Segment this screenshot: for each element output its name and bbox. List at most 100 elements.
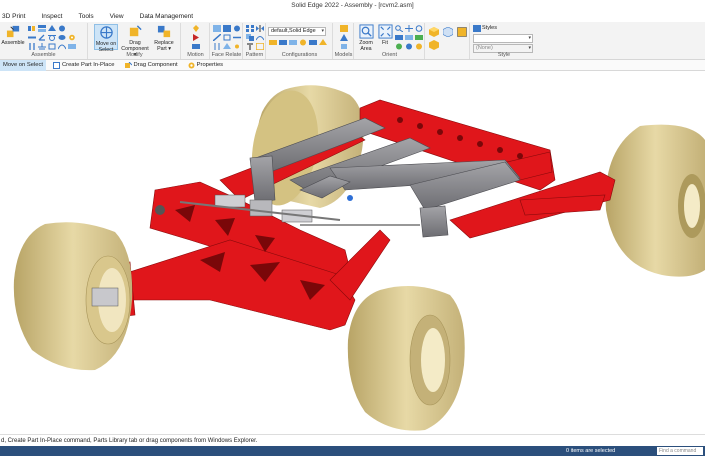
display-config-icon-4[interactable]	[299, 39, 307, 46]
parallel-icon[interactable]	[28, 43, 36, 50]
group-label-modify: Modify	[126, 52, 143, 58]
planar-align-icon[interactable]	[48, 25, 56, 32]
styles-icon	[473, 25, 481, 32]
styles-label: Styles	[482, 25, 497, 31]
face-relate-icon-9[interactable]	[233, 43, 241, 50]
group-motion: Motion	[182, 23, 210, 59]
center-plane-icon[interactable]	[48, 43, 56, 50]
face-relate-icon-5[interactable]	[223, 34, 231, 41]
face-relate-icon-1[interactable]	[213, 25, 221, 32]
angle-icon[interactable]	[38, 34, 46, 41]
ground-icon[interactable]	[38, 43, 46, 50]
properties-command[interactable]: Properties	[185, 60, 226, 71]
drag-component-command[interactable]: Drag Component	[122, 60, 181, 71]
model-icon-3[interactable]	[340, 43, 348, 50]
face-relate-icon-4[interactable]	[213, 34, 221, 41]
assembly-model[interactable]	[0, 72, 705, 434]
assemble-button[interactable]: Assemble	[1, 24, 25, 46]
face-relate-icon-6[interactable]	[233, 34, 241, 41]
tab-tools[interactable]: Tools	[76, 11, 93, 22]
status-bar: 0 items are selected Find a command	[0, 446, 705, 456]
group-orient: Zoom Area Fit Orient	[355, 23, 425, 59]
configuration-select[interactable]: default,Solid Edge ▾	[268, 27, 326, 36]
display-config-icon-2[interactable]	[279, 39, 287, 46]
hidden-cube-icon[interactable]	[429, 40, 439, 50]
rotate-icon[interactable]	[415, 25, 423, 32]
fit-icon	[377, 24, 393, 39]
tab-inspect[interactable]: Inspect	[39, 11, 62, 22]
command-finder-input[interactable]: Find a command	[657, 447, 703, 455]
view-orient-icon-2[interactable]	[405, 34, 413, 41]
model-icon-2[interactable]	[340, 34, 348, 41]
assemble-icon	[6, 25, 19, 38]
pan-icon[interactable]	[405, 25, 413, 32]
face-relate-icon-8[interactable]	[223, 43, 231, 50]
group-label-orient: Orient	[382, 52, 397, 58]
zoom-icon[interactable]	[395, 25, 403, 32]
tangent-icon[interactable]	[48, 34, 56, 41]
style-value: (None)	[476, 45, 493, 51]
tab-3d-print[interactable]: 3D Print	[0, 11, 25, 22]
tab-data-management[interactable]: Data Management	[138, 11, 193, 22]
connect-icon[interactable]	[28, 34, 36, 41]
wheel-front-left[interactable]	[13, 222, 133, 371]
view-orient-icon-4[interactable]	[395, 43, 403, 50]
motion-settings-icon[interactable]	[192, 43, 200, 50]
wire-cube-icon[interactable]	[443, 27, 453, 37]
create-part-in-place-command[interactable]: Create Part In-Place	[50, 60, 118, 71]
view-orient-icon-1[interactable]	[395, 34, 403, 41]
fit-button[interactable]: Fit	[377, 24, 393, 46]
properties-icon	[188, 62, 195, 68]
model-icon-1[interactable]	[340, 25, 348, 32]
motor-icon[interactable]	[192, 25, 200, 32]
style-select[interactable]: ▾	[473, 34, 533, 43]
view-orient-icon-3[interactable]	[415, 34, 423, 41]
move-on-select-button[interactable]: Move on Select	[94, 24, 118, 53]
display-config-icon-5[interactable]	[309, 39, 317, 46]
mate-icon[interactable]	[38, 25, 46, 32]
wheel-right[interactable]	[605, 124, 705, 277]
tab-view[interactable]: View	[108, 11, 124, 22]
face-relate-icon-2[interactable]	[223, 25, 231, 32]
group-label-style: Style	[497, 52, 511, 58]
view-orient-icon-6[interactable]	[415, 43, 423, 50]
move-on-select-label: Move on Select	[3, 62, 43, 68]
axial-align-icon[interactable]	[28, 25, 36, 32]
cam-icon[interactable]	[58, 34, 66, 41]
selection-count: 0 items are selected	[566, 448, 616, 454]
prompt-bar: d, Create Part In-Place command, Parts L…	[0, 434, 705, 446]
drag-component-icon	[129, 25, 142, 37]
move-arrows-icon	[99, 26, 113, 39]
ribbon: Assemble Assemble Move on Select Drag Co…	[0, 22, 705, 60]
duplicate-icon[interactable]	[246, 34, 254, 41]
chevron-down-icon: ▾	[528, 45, 531, 51]
display-config-icon-1[interactable]	[269, 39, 277, 46]
replace-part-button[interactable]: Replace Part ▾	[151, 24, 177, 52]
move-on-select-command[interactable]: Move on Select	[0, 59, 46, 71]
rigid-set-icon[interactable]	[68, 43, 76, 50]
pattern-icon[interactable]	[246, 25, 254, 32]
view-orient-icon-5[interactable]	[405, 43, 413, 50]
pattern-along-curve-icon[interactable]	[256, 34, 264, 41]
group-modify: Move on Select Drag Component ▾ Replace …	[89, 23, 181, 59]
mirror-icon[interactable]	[256, 25, 264, 32]
group-configurations: default,Solid Edge ▾ Configurations	[267, 23, 333, 59]
fastener-icon[interactable]	[246, 43, 254, 50]
face-relate-icon-7[interactable]	[213, 43, 221, 50]
display-config-icon-6[interactable]	[319, 39, 327, 46]
wheel-front-right[interactable]	[347, 286, 465, 431]
frame-icon[interactable]	[256, 43, 264, 50]
gear-relation-icon[interactable]	[68, 34, 76, 41]
fit-label: Fit	[382, 40, 388, 46]
path-icon[interactable]	[58, 43, 66, 50]
simulate-icon[interactable]	[192, 34, 200, 41]
graphics-window[interactable]	[0, 72, 705, 434]
insert-icon[interactable]	[58, 25, 66, 32]
zoom-area-button[interactable]: Zoom Area	[357, 24, 375, 52]
properties-label: Properties	[196, 62, 224, 68]
face-relate-icon-3[interactable]	[233, 25, 241, 32]
edge-cube-icon[interactable]	[457, 27, 467, 37]
display-config-icon-3[interactable]	[289, 39, 297, 46]
group-models: Models	[334, 23, 354, 59]
shaded-cube-icon[interactable]	[429, 27, 439, 37]
